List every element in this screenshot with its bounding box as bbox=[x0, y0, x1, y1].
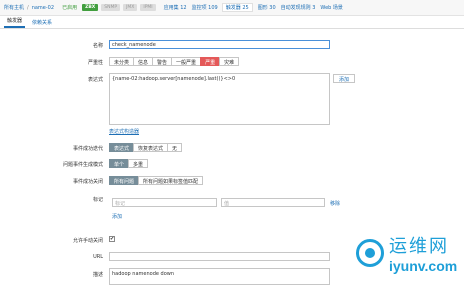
snmp-badge: SNMP bbox=[101, 4, 121, 11]
severity-information[interactable]: 信息 bbox=[133, 57, 154, 66]
expression-value: {name-02:hadoop.server[namenode].last()}… bbox=[112, 76, 236, 82]
breadcrumb-host[interactable]: name-02 bbox=[32, 5, 54, 11]
nav-triggers[interactable]: 触发器 25 bbox=[221, 3, 253, 12]
expression-add-button[interactable]: 添加 bbox=[333, 74, 356, 83]
nav-applications[interactable]: 应用集 12 bbox=[164, 4, 187, 11]
manual-close-label: 允许手动关闭 bbox=[72, 238, 103, 244]
name-label: 名称 bbox=[92, 43, 103, 49]
ok-event-label: 事件成功迭代 bbox=[72, 146, 103, 152]
ok-event-none[interactable]: 无 bbox=[167, 143, 183, 152]
breadcrumb-all-hosts[interactable]: 所有主机 bbox=[4, 4, 24, 11]
severity-label: 严重性 bbox=[87, 60, 103, 66]
severity-not-classified[interactable]: 未分类 bbox=[109, 57, 135, 66]
severity-warning[interactable]: 警告 bbox=[152, 57, 173, 66]
ok-event-recovery-expression[interactable]: 恢复表达式 bbox=[133, 143, 169, 152]
ok-close-tag-match[interactable]: 所有问题如果标签值匹配 bbox=[138, 176, 204, 185]
nav-graphs[interactable]: 图形 30 bbox=[258, 4, 276, 11]
url-label: URL bbox=[93, 254, 103, 260]
description-label: 描述 bbox=[92, 272, 103, 278]
name-input[interactable]: check_namenode bbox=[109, 40, 330, 49]
tag-add-link[interactable]: 添加 bbox=[112, 213, 122, 220]
tag-name-input[interactable]: 标记 bbox=[112, 198, 217, 207]
jmx-badge: JMX bbox=[123, 4, 138, 11]
host-status[interactable]: 已启用 bbox=[62, 4, 77, 11]
manual-close-checkbox[interactable]: ✔ bbox=[109, 236, 115, 242]
zbx-badge: ZBX bbox=[82, 4, 99, 11]
severity-average[interactable]: 一般严重 bbox=[171, 57, 202, 66]
watermark-main: 运维网 bbox=[389, 236, 449, 257]
watermark-text: 运维网 iyunv.com bbox=[389, 232, 457, 274]
nav-items[interactable]: 监控项 109 bbox=[192, 4, 218, 11]
ok-event-selector: 表达式 恢复表达式 无 bbox=[109, 143, 183, 152]
tab-dependencies[interactable]: 依赖关系 bbox=[29, 19, 55, 28]
breadcrumb-separator: / bbox=[27, 4, 29, 11]
host-header-bar: 所有主机 / name-02 已启用 ZBX SNMP JMX IPMI 应用集… bbox=[0, 0, 464, 16]
watermark-logo-icon bbox=[356, 239, 384, 267]
ok-close-label: 事件成功关闭 bbox=[72, 179, 103, 185]
form-tabs: 触发器 依赖关系 bbox=[0, 17, 464, 29]
tag-remove-link[interactable]: 移除 bbox=[330, 200, 340, 207]
gen-mode-multiple[interactable]: 多重 bbox=[128, 159, 149, 168]
tags-label: 标记 bbox=[92, 197, 103, 203]
watermark-sub: iyunv.com bbox=[389, 258, 458, 274]
ok-close-all-problems[interactable]: 所有问题 bbox=[109, 176, 140, 185]
expression-label: 表达式 bbox=[87, 77, 103, 83]
ok-close-selector: 所有问题 所有问题如果标签值匹配 bbox=[109, 176, 204, 185]
ipmi-badge: IPMI bbox=[140, 4, 156, 11]
url-input[interactable] bbox=[109, 252, 330, 261]
expression-textarea[interactable]: {name-02:hadoop.server[namenode].last()}… bbox=[109, 73, 330, 125]
tag-value-input[interactable]: 值 bbox=[221, 198, 325, 207]
gen-mode-label: 问题事件生成模式 bbox=[62, 162, 103, 168]
gen-mode-single[interactable]: 单个 bbox=[109, 159, 130, 168]
nav-discovery[interactable]: 自动发现规则 3 bbox=[281, 4, 316, 11]
description-textarea[interactable]: hadoop namenode down bbox=[109, 268, 330, 285]
description-value: hadoop namenode down bbox=[112, 271, 175, 277]
expression-constructor-link[interactable]: 表达式构造器 bbox=[109, 128, 139, 135]
watermark: 运维网 iyunv.com bbox=[356, 232, 457, 274]
gen-mode-selector: 单个 多重 bbox=[109, 159, 149, 168]
ok-event-expression[interactable]: 表达式 bbox=[109, 143, 135, 152]
tab-trigger[interactable]: 触发器 bbox=[4, 17, 26, 28]
severity-high[interactable]: 严重 bbox=[200, 57, 221, 66]
severity-disaster[interactable]: 灾难 bbox=[219, 57, 240, 66]
severity-selector: 未分类 信息 警告 一般严重 严重 灾难 bbox=[109, 57, 240, 66]
nav-web[interactable]: Web 场景 bbox=[320, 4, 343, 11]
